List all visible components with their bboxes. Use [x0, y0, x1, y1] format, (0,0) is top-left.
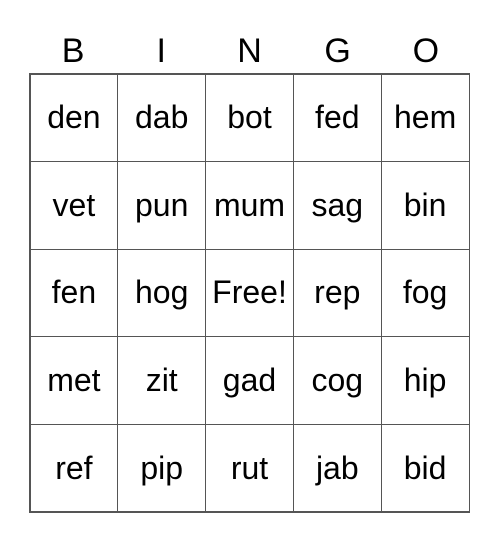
header-letter-n: N: [237, 32, 262, 70]
bingo-cell[interactable]: met: [29, 336, 119, 425]
bingo-cell[interactable]: bid: [380, 423, 470, 513]
bingo-cell[interactable]: fed: [292, 73, 382, 163]
bingo-cell[interactable]: dab: [117, 73, 207, 163]
bingo-cell[interactable]: hip: [380, 336, 470, 425]
bingo-cell[interactable]: ref: [29, 423, 119, 513]
bingo-card: den dab bot fed hem vet pun mum sag bin …: [29, 73, 470, 513]
header-letter-i: I: [156, 32, 166, 70]
bingo-cell[interactable]: pip: [117, 423, 207, 513]
bingo-cell[interactable]: pun: [117, 161, 207, 250]
bingo-cell[interactable]: jab: [292, 423, 382, 513]
bingo-cell[interactable]: den: [29, 73, 119, 163]
header-letter-g: G: [324, 32, 351, 70]
bingo-cell[interactable]: fen: [29, 248, 119, 338]
bingo-cell[interactable]: rep: [292, 248, 382, 338]
bingo-cell[interactable]: cog: [292, 336, 382, 425]
bingo-cell[interactable]: zit: [117, 336, 207, 425]
header-letter-b: B: [61, 32, 85, 70]
bingo-cell[interactable]: bin: [380, 161, 470, 250]
bingo-cell[interactable]: mum: [205, 161, 294, 250]
header-letter-o: O: [412, 32, 440, 70]
free-space-cell[interactable]: Free!: [205, 248, 294, 338]
bingo-cell[interactable]: hem: [380, 73, 470, 163]
bingo-cell[interactable]: hog: [117, 248, 207, 338]
bingo-cell[interactable]: gad: [205, 336, 294, 425]
bingo-cell[interactable]: fog: [380, 248, 470, 338]
bingo-cell[interactable]: sag: [292, 161, 382, 250]
bingo-cell[interactable]: vet: [29, 161, 119, 250]
bingo-cell[interactable]: rut: [205, 423, 294, 513]
bingo-cell[interactable]: bot: [205, 73, 294, 163]
bingo-header: B I N G O: [29, 30, 470, 73]
